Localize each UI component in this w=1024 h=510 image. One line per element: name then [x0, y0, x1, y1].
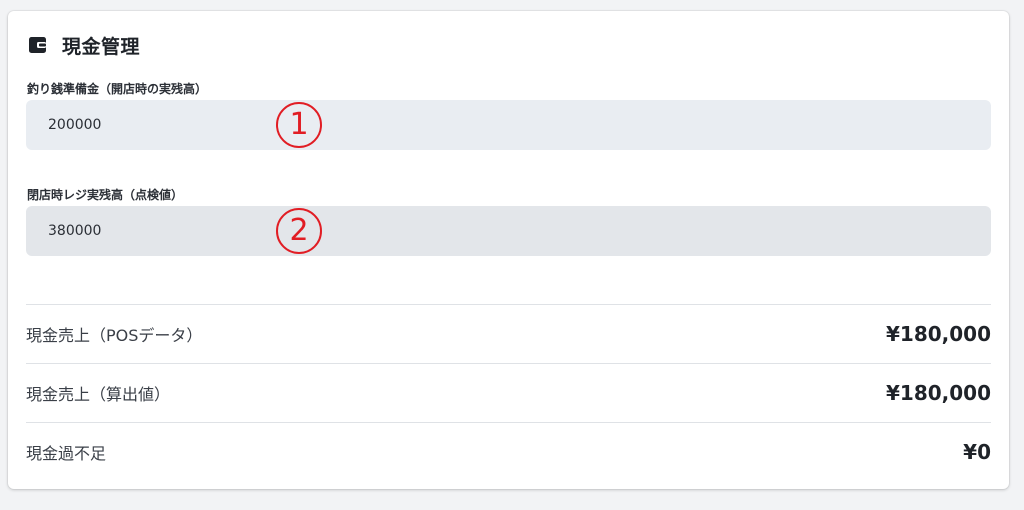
annotation-marker-2: 2	[276, 208, 322, 254]
summary-value: ¥180,000	[885, 322, 991, 346]
cash-management-card: 現金管理 釣り銭準備金（開店時の実残高） 1 閉店時レジ実残高（点検値） 2 現…	[8, 11, 1009, 489]
closing-register-balance-input[interactable]	[26, 206, 991, 256]
summary-row-calculated-cash-sales: 現金売上（算出値） ¥180,000	[26, 364, 991, 422]
wallet-icon	[28, 35, 48, 55]
summary-label: 現金売上（算出値）	[26, 385, 171, 404]
summary-value: ¥180,000	[885, 381, 991, 405]
annotation-number-1: 1	[289, 107, 309, 142]
opening-change-fund-label: 釣り銭準備金（開店時の実残高）	[27, 82, 208, 96]
summary-row-cash-discrepancy: 現金過不足 ¥0	[26, 423, 991, 481]
summary-row-pos-cash-sales: 現金売上（POSデータ） ¥180,000	[26, 305, 991, 363]
summary-label: 現金過不足	[26, 444, 107, 463]
opening-change-fund-input[interactable]	[26, 100, 991, 150]
summary-value: ¥0	[963, 440, 991, 464]
card-header: 現金管理	[28, 31, 140, 59]
annotation-marker-1: 1	[276, 102, 322, 148]
page-title: 現金管理	[62, 35, 141, 58]
summary-label: 現金売上（POSデータ）	[26, 326, 203, 345]
annotation-number-2: 2	[289, 213, 309, 248]
closing-register-balance-label: 閉店時レジ実残高（点検値）	[27, 188, 184, 202]
